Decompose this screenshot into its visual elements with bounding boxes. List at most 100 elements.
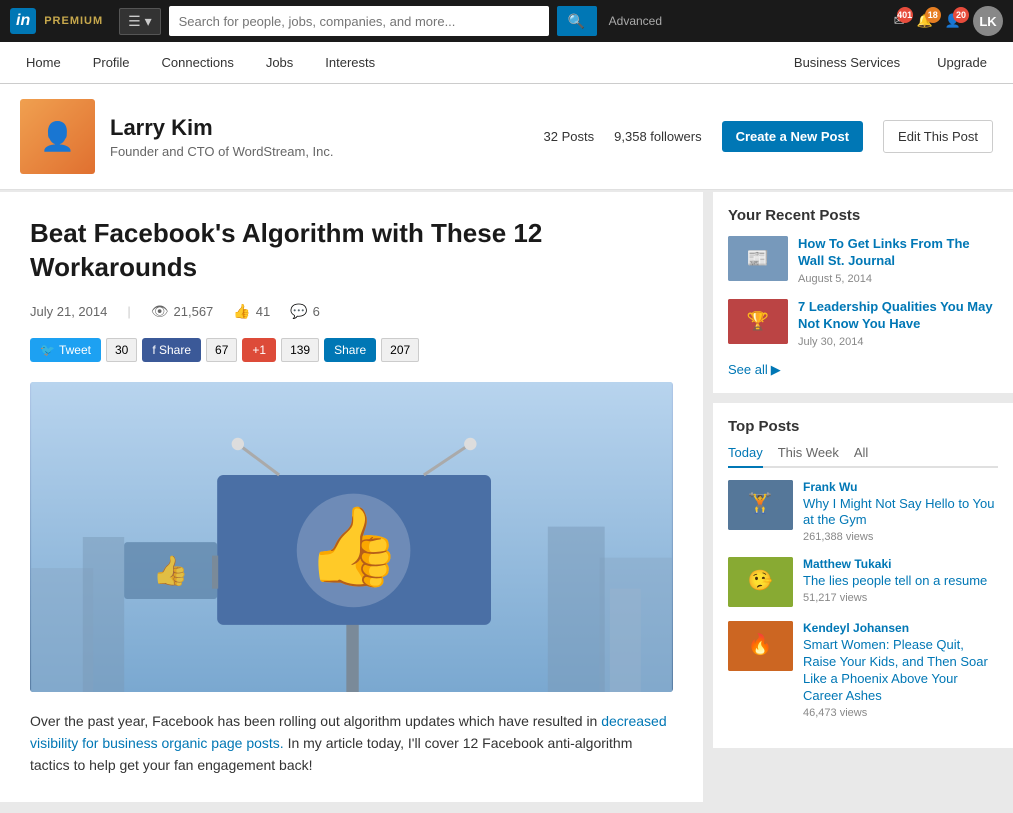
- nav-interests[interactable]: Interests: [309, 42, 391, 84]
- main-container: Beat Facebook's Algorithm with These 12 …: [0, 192, 1013, 802]
- comments-icon: 💬: [290, 303, 307, 320]
- nav-jobs[interactable]: Jobs: [250, 42, 309, 84]
- top-post-item-2: 🤥 Matthew Tukaki The lies people tell on…: [728, 557, 998, 607]
- recent-post-item-1: 📰 How To Get Links From The Wall St. Jou…: [728, 236, 998, 285]
- alert-icon-button[interactable]: 🔔 18: [917, 13, 933, 29]
- profile-title: Founder and CTO of WordStream, Inc.: [110, 144, 529, 159]
- profile-info: Larry Kim Founder and CTO of WordStream,…: [110, 115, 529, 159]
- top-post-author-2: Matthew Tukaki: [803, 557, 987, 571]
- chevron-right-icon: ▶: [771, 362, 781, 378]
- search-input[interactable]: [169, 6, 549, 36]
- top-post-thumb-3: 🔥: [728, 621, 793, 671]
- article-meta: July 21, 2014 | 👁 21,567 👍 41 💬 6: [30, 303, 673, 320]
- tab-today[interactable]: Today: [728, 445, 763, 468]
- top-post-item-1: 🏋 Frank Wu Why I Might Not Say Hello to …: [728, 480, 998, 544]
- svg-text:👍: 👍: [153, 553, 189, 587]
- nav-icons: ✉ 401 🔔 18 👤 20 LK: [894, 6, 1003, 36]
- nav-home[interactable]: Home: [10, 42, 77, 84]
- facebook-share-button[interactable]: f Share: [142, 338, 201, 362]
- article-views: 👁 21,567: [151, 303, 214, 320]
- top-post-title-1[interactable]: Why I Might Not Say Hello to You at the …: [803, 496, 998, 530]
- top-post-thumb-1: 🏋: [728, 480, 793, 530]
- share-buttons: 🐦 Tweet 30 f Share 67 +1 139 Share 207: [30, 338, 673, 362]
- likes-icon: 👍: [233, 303, 250, 320]
- tweet-bird-icon: 🐦: [40, 343, 55, 357]
- svg-text:📰: 📰: [747, 248, 769, 268]
- top-post-text-2: Matthew Tukaki The lies people tell on a…: [803, 557, 987, 604]
- svg-text:🏋: 🏋: [748, 491, 773, 515]
- nav-upgrade[interactable]: Upgrade: [921, 42, 1003, 84]
- recent-post-thumb-1: 📰: [728, 236, 788, 281]
- tweet-count: 30: [106, 338, 137, 362]
- article-title: Beat Facebook's Algorithm with These 12 …: [30, 217, 673, 285]
- profile-avatar: 👤: [20, 99, 95, 174]
- svg-text:🔥: 🔥: [748, 632, 773, 656]
- linkedin-share-count: 207: [381, 338, 419, 362]
- top-post-text-3: Kendeyl Johansen Smart Women: Please Qui…: [803, 621, 998, 719]
- recent-post-text-1: How To Get Links From The Wall St. Journ…: [798, 236, 998, 285]
- top-post-title-2[interactable]: The lies people tell on a resume: [803, 573, 987, 590]
- secondary-nav-right: Business Services Upgrade: [778, 42, 1003, 84]
- mail-icon-button[interactable]: ✉ 401: [894, 13, 905, 29]
- article-likes: 👍 41: [233, 303, 270, 320]
- followers-count: 9,358 followers: [614, 129, 701, 144]
- tab-all[interactable]: All: [854, 445, 868, 466]
- top-posts-title: Top Posts: [728, 418, 998, 435]
- top-post-author-3: Kendeyl Johansen: [803, 621, 998, 635]
- top-post-views-1: 261,388 views: [803, 531, 998, 543]
- mail-badge: 401: [897, 7, 913, 23]
- edit-post-button[interactable]: Edit This Post: [883, 120, 993, 153]
- linkedin-share-button[interactable]: Share: [324, 338, 376, 362]
- linkedin-logo[interactable]: in: [10, 8, 36, 34]
- see-all-link[interactable]: See all ▶: [728, 362, 998, 378]
- avatar[interactable]: LK: [973, 6, 1003, 36]
- recent-posts-title: Your Recent Posts: [728, 207, 998, 224]
- profile-header: 👤 Larry Kim Founder and CTO of WordStrea…: [0, 84, 1013, 190]
- sidebar: Your Recent Posts 📰 How To Get Links Fro…: [713, 192, 1013, 802]
- premium-label: PREMIUM: [44, 15, 103, 27]
- recent-posts-card: Your Recent Posts 📰 How To Get Links Fro…: [713, 192, 1013, 393]
- secondary-navigation: Home Profile Connections Jobs Interests …: [0, 42, 1013, 84]
- nav-profile[interactable]: Profile: [77, 42, 146, 84]
- tab-this-week[interactable]: This Week: [778, 445, 839, 466]
- top-posts-card: Top Posts Today This Week All 🏋 Frank Wu…: [713, 403, 1013, 748]
- create-post-button[interactable]: Create a New Post: [722, 121, 863, 152]
- recent-post-text-2: 7 Leadership Qualities You May Not Know …: [798, 299, 998, 348]
- avatar-placeholder: 👤: [20, 99, 95, 174]
- top-post-views-3: 46,473 views: [803, 707, 998, 719]
- posts-count: 32 Posts: [544, 129, 595, 144]
- article-panel: Beat Facebook's Algorithm with These 12 …: [0, 192, 703, 802]
- connections-badge: 20: [953, 7, 969, 23]
- nav-business-services[interactable]: Business Services: [778, 42, 916, 84]
- article-body: Over the past year, Facebook has been ro…: [30, 710, 673, 777]
- svg-text:🏆: 🏆: [747, 310, 769, 331]
- top-post-author-1: Frank Wu: [803, 480, 998, 494]
- top-post-thumb-2: 🤥: [728, 557, 793, 607]
- fb-share-count: 67: [206, 338, 237, 362]
- top-posts-tabs: Today This Week All: [728, 445, 998, 468]
- recent-post-title-1[interactable]: How To Get Links From The Wall St. Journ…: [798, 236, 998, 270]
- advanced-search-link[interactable]: Advanced: [609, 14, 662, 28]
- top-post-text-1: Frank Wu Why I Might Not Say Hello to Yo…: [803, 480, 998, 544]
- hamburger-menu-button[interactable]: ☰ ▾: [119, 8, 160, 35]
- tweet-button[interactable]: 🐦 Tweet: [30, 338, 101, 362]
- top-post-item-3: 🔥 Kendeyl Johansen Smart Women: Please Q…: [728, 621, 998, 719]
- search-button[interactable]: 🔍: [557, 6, 597, 36]
- svg-text:🤥: 🤥: [748, 569, 773, 592]
- recent-post-item-2: 🏆 7 Leadership Qualities You May Not Kno…: [728, 299, 998, 348]
- gplus-share-button[interactable]: +1: [242, 338, 276, 362]
- recent-post-thumb-2: 🏆: [728, 299, 788, 344]
- views-icon: 👁: [151, 303, 169, 320]
- gplus-count: 139: [281, 338, 319, 362]
- profile-stats: 32 Posts 9,358 followers Create a New Po…: [544, 120, 993, 153]
- recent-post-title-2[interactable]: 7 Leadership Qualities You May Not Know …: [798, 299, 998, 333]
- top-navigation: in PREMIUM ☰ ▾ 🔍 Advanced ✉ 401 🔔 18 👤 2…: [0, 0, 1013, 42]
- nav-connections[interactable]: Connections: [146, 42, 250, 84]
- article-date: July 21, 2014: [30, 304, 107, 319]
- recent-post-date-2: July 30, 2014: [798, 336, 998, 348]
- article-comments: 💬 6: [290, 303, 320, 320]
- connections-icon-button[interactable]: 👤 20: [945, 13, 961, 29]
- svg-text:👍: 👍: [305, 502, 401, 590]
- top-post-title-3[interactable]: Smart Women: Please Quit, Raise Your Kid…: [803, 637, 998, 705]
- article-body-text-1: Over the past year, Facebook has been ro…: [30, 713, 601, 729]
